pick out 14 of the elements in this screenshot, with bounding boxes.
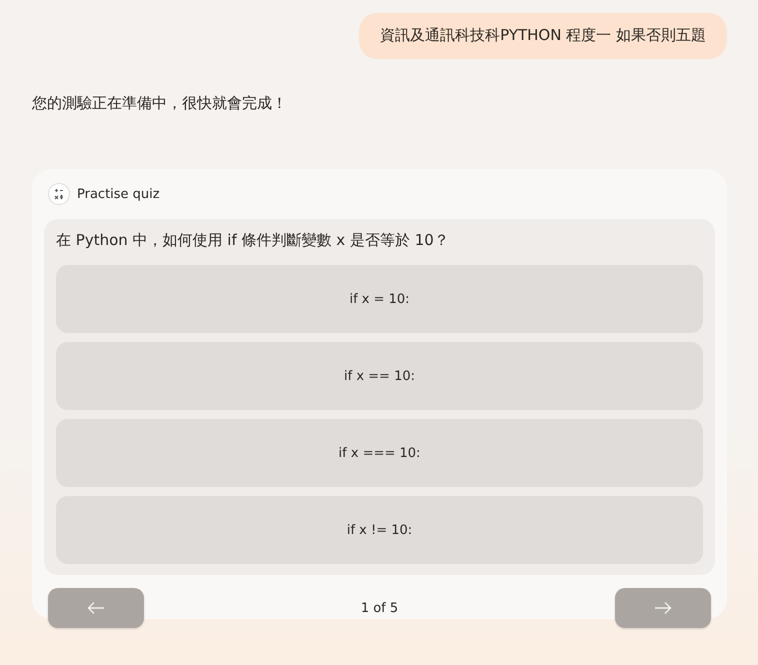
progress-text: 1 of 5: [360, 600, 398, 616]
previous-button[interactable]: [48, 588, 144, 628]
assistant-message: 您的測驗正在準備中，很快就會完成！: [32, 94, 287, 112]
user-message: 資訊及通訊科技科PYTHON 程度一 如果否則五題: [359, 13, 727, 59]
answer-option[interactable]: if x === 10:: [56, 419, 703, 487]
arrow-left-icon: [87, 601, 105, 615]
next-button[interactable]: [615, 588, 711, 628]
quiz-icon: [48, 183, 70, 205]
quiz-title: Practise quiz: [77, 186, 160, 202]
question-text: 在 Python 中，如何使用 if 條件判斷變數 x 是否等於 10？: [56, 231, 450, 250]
answer-option[interactable]: if x = 10:: [56, 265, 703, 333]
arrow-right-icon: [654, 601, 672, 615]
answer-option[interactable]: if x != 10:: [56, 496, 703, 564]
answer-option[interactable]: if x == 10:: [56, 342, 703, 410]
